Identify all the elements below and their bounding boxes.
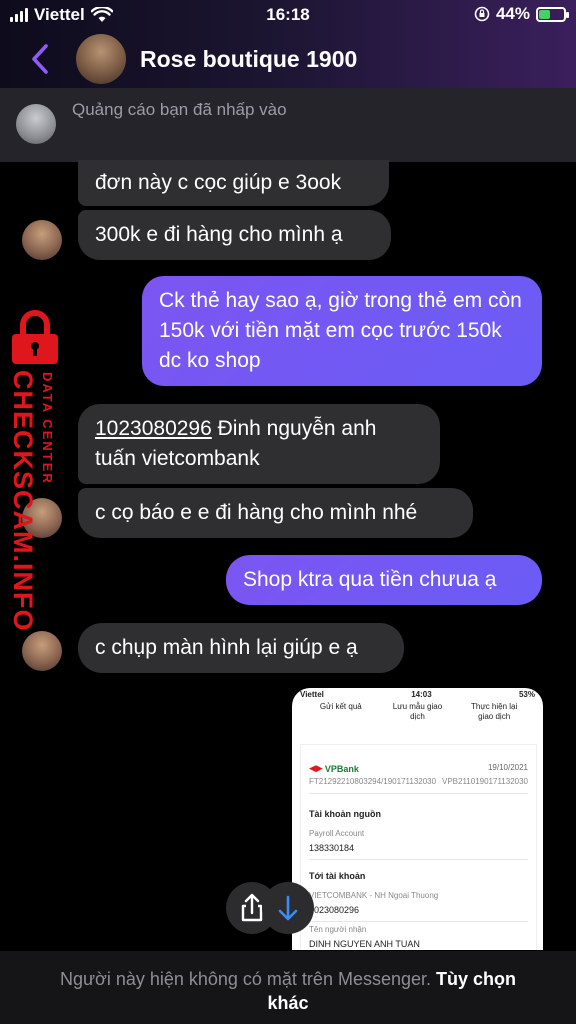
message-text: đơn này c cọc giúp e 3ook — [95, 171, 342, 194]
unavailable-text: Người này hiện không có mặt trên Messeng… — [59, 969, 432, 989]
ad-notice-text: Quảng cáo bạn đã nhấp vào — [72, 100, 287, 119]
top-area: Viettel 16:18 44% Rose boutique 1900 Quả… — [0, 0, 576, 162]
orientation-lock-icon — [474, 6, 490, 22]
watermark-subtext: DATA CENTER — [40, 372, 55, 485]
scroll-down-button[interactable] — [262, 882, 314, 934]
receipt-value: 138330184 — [309, 843, 355, 853]
sender-avatar[interactable] — [22, 220, 62, 260]
message-text: c cọ báo e e đi hàng cho mình nhé — [95, 501, 418, 524]
chevron-left-icon[interactable] — [28, 42, 54, 76]
receipt-ref: VPB2110190171132030 — [441, 777, 528, 786]
watermark-text: CHECKSCAM.INFO — [8, 370, 38, 632]
receipt-section-title: Tới tài khoản — [309, 871, 366, 881]
battery-fill — [539, 9, 550, 19]
receipt-label: Tên người nhận — [309, 925, 367, 934]
arrow-down-icon — [278, 895, 298, 921]
ad-avatar — [16, 104, 56, 144]
conversation-header: Rose boutique 1900 — [0, 30, 576, 88]
message-text: c chụp màn hình lại giúp e ạ — [95, 636, 358, 659]
image-time: 14:03 — [411, 689, 432, 699]
battery-percent: 44% — [495, 4, 530, 23]
status-bar: Viettel 16:18 44% — [0, 0, 576, 30]
image-status-bar: Viettel 14:03 53% — [292, 688, 543, 700]
unavailable-notice: Người này hiện không có mặt trên Messeng… — [0, 951, 576, 1024]
divider — [309, 793, 528, 794]
image-tab: Thực hiện lại giao dịch — [471, 702, 518, 721]
receipt-date: 19/10/2021 — [487, 763, 528, 772]
image-tab: Gửi kết quả — [319, 702, 362, 711]
divider — [309, 859, 528, 860]
receipt-label: Payroll Account — [309, 829, 365, 838]
message-text: Ck thẻ hay sao ạ, giờ trong thẻ em còn 1… — [159, 289, 522, 372]
lock-icon — [12, 310, 58, 364]
receipt-value: DINH NGUYEN ANH TUAN — [309, 939, 420, 949]
message-text: Shop ktra qua tiền chưua ạ — [243, 568, 497, 591]
sender-avatar[interactable] — [22, 631, 62, 671]
receipt-value: 1023080296 — [309, 905, 360, 915]
bank-logo-icon: ◀▶ — [309, 763, 323, 773]
divider — [309, 921, 528, 922]
contact-avatar[interactable] — [76, 34, 126, 84]
receipt-ref: FT21292210803294/190171132030 — [309, 777, 437, 786]
bank-name: VPBank — [324, 763, 359, 774]
receipt-label: VIETCOMBANK - NH Ngoai Thuong — [309, 891, 439, 900]
image-tab: Lưu mẫu giao dịch — [392, 702, 443, 721]
battery-icon — [536, 6, 569, 22]
receipt-section-title: Tài khoản nguồn — [309, 809, 381, 819]
message-incoming[interactable]: 300k e đi hàng cho mình ạ — [78, 210, 391, 260]
message-incoming[interactable]: đơn này c cọc giúp e 3ook — [78, 160, 389, 206]
message-text: 300k e đi hàng cho mình ạ — [95, 223, 343, 246]
image-carrier: Viettel — [300, 689, 324, 699]
account-number-link[interactable]: 1023080296 — [95, 417, 212, 440]
image-tabs: Gửi kết quả Lưu mẫu giao dịch Thực hiện … — [292, 700, 543, 730]
bank-logo: ◀▶ VPBank — [309, 763, 359, 774]
contact-name[interactable]: Rose boutique 1900 — [140, 46, 357, 73]
image-battery: 53% — [518, 689, 535, 699]
shared-image[interactable]: Viettel 14:03 53% Gửi kết quả Lưu mẫu gi… — [292, 688, 543, 950]
message-incoming[interactable]: c chụp màn hình lại giúp e ạ — [78, 623, 404, 673]
message-outgoing[interactable]: Shop ktra qua tiền chưua ạ — [226, 555, 542, 605]
message-incoming[interactable]: 1023080296 Đinh nguyễn anh tuấn vietcomb… — [78, 404, 440, 484]
receipt-card: ◀▶ VPBank 19/10/2021 FT21292210803294/190… — [300, 744, 537, 950]
message-outgoing[interactable]: Ck thẻ hay sao ạ, giờ trong thẻ em còn 1… — [142, 276, 542, 386]
watermark: CHECKSCAM.INFO DATA CENTER — [4, 310, 64, 632]
status-right: 44% — [474, 4, 569, 24]
ad-notice[interactable]: Quảng cáo bạn đã nhấp vào — [0, 88, 576, 162]
message-incoming[interactable]: c cọ báo e e đi hàng cho mình nhé — [78, 488, 473, 538]
